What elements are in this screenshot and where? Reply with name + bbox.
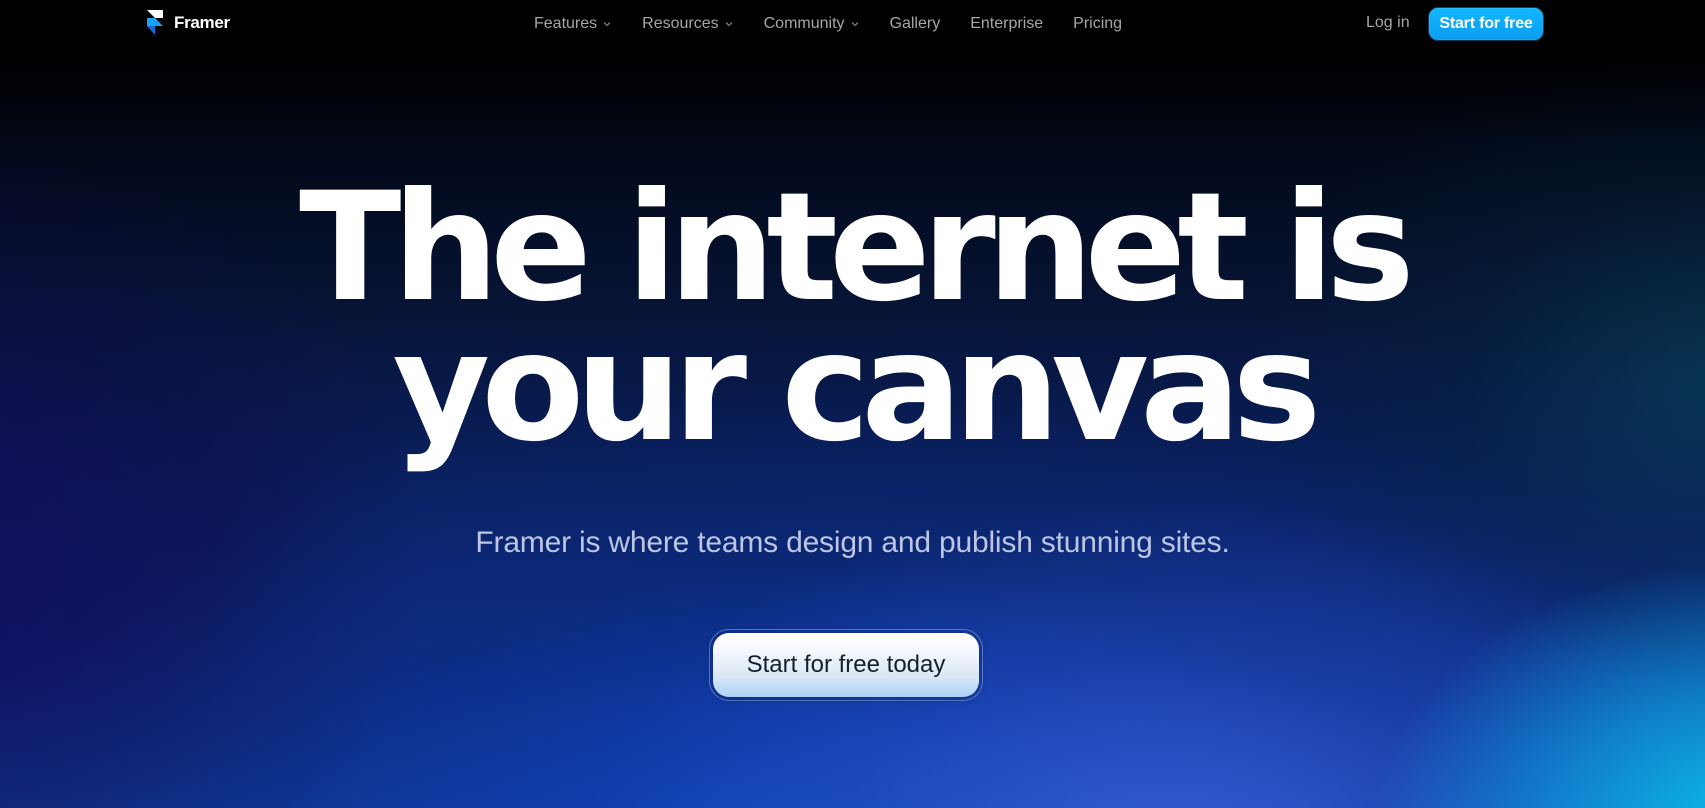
nav-item-features[interactable]: Features [534, 15, 612, 33]
framer-logo-link[interactable]: Framer [146, 9, 230, 37]
nav-item-gallery[interactable]: Gallery [890, 15, 941, 33]
nav-item-label: Features [534, 15, 598, 32]
hero-title: The internet is your canvas [0, 161, 1705, 475]
nav-item-community[interactable]: Community [764, 15, 860, 33]
nav-item-label: Community [763, 15, 845, 32]
start-for-free-today-button[interactable]: Start for free today [709, 629, 983, 701]
framer-logo-icon [147, 10, 163, 35]
hero-subtitle: Framer is where teams design and publish… [475, 526, 1230, 559]
login-link[interactable]: Log in [1366, 14, 1410, 32]
nav-item-label: Gallery [889, 15, 941, 32]
page: Framer Features Resources Community Gall… [0, 0, 1705, 808]
nav-item-label: Resources [642, 15, 719, 32]
nav-item-pricing[interactable]: Pricing [1073, 15, 1122, 33]
hero-title-line-2: your canvas [392, 301, 1321, 475]
brand-name: Framer [174, 13, 230, 32]
chevron-down-icon [851, 22, 858, 27]
start-for-free-button[interactable]: Start for free [1428, 7, 1544, 41]
nav-item-enterprise[interactable]: Enterprise [970, 15, 1043, 33]
top-navigation: Framer Features Resources Community Gall… [0, 0, 1705, 48]
hero-title-line-1: The internet is [299, 161, 1415, 335]
nav-links: Features Resources Community Gallery Ent… [534, 0, 1122, 48]
start-for-free-today-label: Start for free today [713, 633, 979, 697]
nav-item-label: Pricing [1073, 15, 1123, 32]
chevron-down-icon [603, 22, 611, 27]
nav-item-resources[interactable]: Resources [642, 15, 733, 33]
chevron-down-icon [725, 22, 733, 27]
nav-item-label: Enterprise [970, 15, 1044, 32]
